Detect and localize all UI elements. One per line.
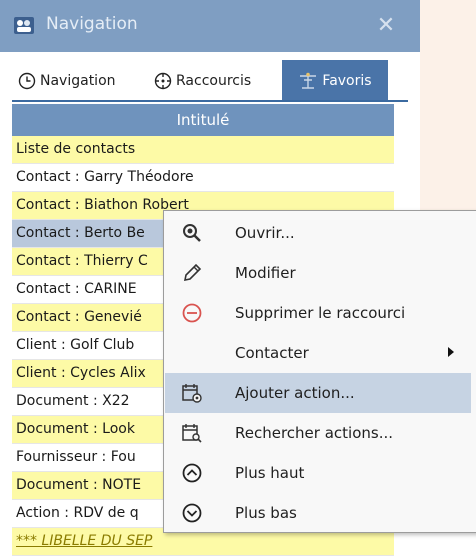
clock-icon <box>18 72 36 90</box>
window-title: Navigation <box>46 14 138 34</box>
tab-raccourcis-label: Raccourcis <box>176 73 252 89</box>
menu-item-rechercher-actions[interactable]: Rechercher actions... <box>165 413 471 453</box>
menu-item-label: Modifier <box>235 264 296 282</box>
menu-item-label: Plus bas <box>235 504 297 522</box>
tab-favoris-label: Favoris <box>322 73 372 89</box>
menu-item-label: Rechercher actions... <box>235 424 394 442</box>
menu-item-plus-bas[interactable]: Plus bas <box>165 493 471 533</box>
submenu-arrow-icon <box>448 347 454 357</box>
column-header-intitule[interactable]: Intitulé <box>12 104 394 136</box>
calendar-add-icon <box>182 384 202 403</box>
menu-item-label: Ajouter action... <box>235 384 355 402</box>
remove-circle-icon <box>182 303 202 323</box>
menu-item-label: Ouvrir... <box>235 224 295 242</box>
menu-item-ajouter-action[interactable]: Ajouter action... <box>165 373 471 413</box>
menu-item-supprimer[interactable]: Supprimer le raccourci <box>165 293 471 333</box>
chevron-up-circle-icon <box>182 463 202 483</box>
menu-item-plus-haut[interactable]: Plus haut <box>165 453 471 493</box>
chevron-down-circle-icon <box>182 503 202 523</box>
menu-item-label: Contacter <box>235 344 309 362</box>
menu-item-ouvrir[interactable]: Ouvrir... <box>165 213 471 253</box>
app-icon <box>14 17 34 34</box>
tab-bar: Navigation Raccourcis Favoris <box>0 52 420 102</box>
calendar-search-icon <box>182 424 202 443</box>
table-row[interactable]: Contact : Garry Théodore <box>12 164 394 192</box>
menu-item-label: Plus haut <box>235 464 305 482</box>
tab-underline <box>12 100 408 102</box>
tab-navigation[interactable]: Navigation <box>18 62 116 100</box>
pencil-icon <box>183 263 202 282</box>
favorites-icon <box>300 72 317 89</box>
context-menu: Ouvrir... Modifier Supprimer le raccourc… <box>163 210 476 533</box>
tab-favoris[interactable]: Favoris <box>282 60 388 102</box>
menu-item-contacter[interactable]: Contacter <box>165 333 471 373</box>
menu-item-label: Supprimer le raccourci <box>235 304 406 322</box>
crosshair-icon <box>154 72 172 90</box>
tab-navigation-label: Navigation <box>40 73 116 89</box>
tab-raccourcis[interactable]: Raccourcis <box>154 62 251 100</box>
magnifier-icon <box>183 224 201 242</box>
title-bar[interactable]: Navigation ✕ <box>0 0 420 52</box>
menu-item-modifier[interactable]: Modifier <box>165 253 471 293</box>
table-row[interactable]: Liste de contacts <box>12 136 394 164</box>
close-icon[interactable]: ✕ <box>374 14 398 38</box>
